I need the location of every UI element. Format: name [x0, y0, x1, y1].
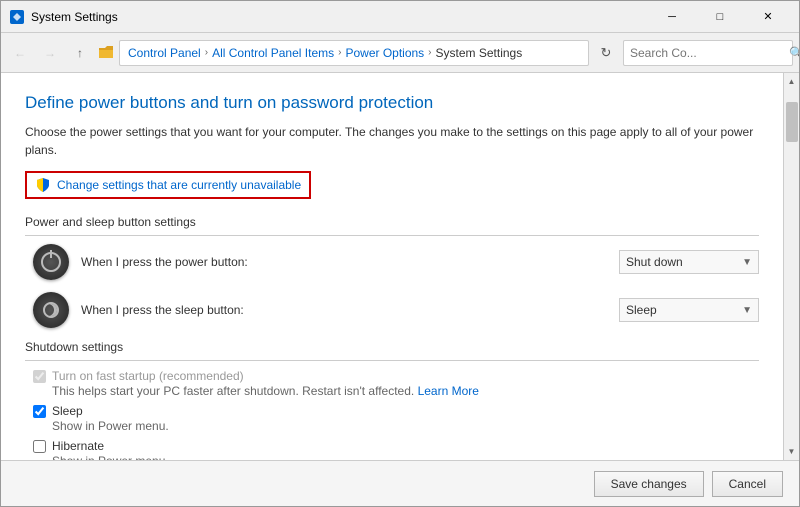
power-section-title: Power and sleep button settings	[25, 215, 759, 236]
breadcrumb-control-panel[interactable]: Control Panel	[128, 46, 201, 60]
sleep-button-label: When I press the sleep button:	[81, 303, 619, 317]
forward-button[interactable]: →	[37, 40, 63, 66]
sleep-shutdown-label: Sleep	[52, 404, 83, 418]
window-icon	[9, 9, 25, 25]
save-changes-button[interactable]: Save changes	[594, 471, 704, 497]
moon-inner-icon	[43, 302, 59, 318]
power-button-row: When I press the power button: Shut down…	[33, 244, 759, 280]
address-bar: ← → ↑ Control Panel › All Control Panel …	[1, 33, 799, 73]
up-button[interactable]: ↑	[67, 40, 93, 66]
close-button[interactable]: ✕	[745, 1, 791, 33]
back-button[interactable]: ←	[7, 40, 33, 66]
sleep-button-row: When I press the sleep button: Sleep ▼	[33, 292, 759, 328]
main-window: System Settings ─ □ ✕ ← → ↑ Control Pane…	[0, 0, 800, 507]
refresh-button[interactable]: ↻	[593, 40, 619, 66]
fast-startup-label: Turn on fast startup (recommended)	[52, 369, 244, 383]
fast-startup-sublabel-text: This helps start your PC faster after sh…	[52, 384, 418, 398]
sleep-icon	[33, 292, 69, 328]
breadcrumb-current: System Settings	[436, 46, 523, 60]
sleep-button-chevron: ▼	[742, 305, 752, 316]
breadcrumb-bar: Control Panel › All Control Panel Items …	[119, 40, 589, 66]
scroll-up-button[interactable]: ▲	[784, 73, 800, 90]
main-area: Define power buttons and turn on passwor…	[1, 73, 799, 460]
page-description: Choose the power settings that you want …	[25, 123, 759, 159]
shield-uac-icon	[35, 177, 51, 193]
search-icon: 🔍	[789, 46, 800, 60]
change-settings-link[interactable]: Change settings that are currently unava…	[25, 171, 311, 199]
breadcrumb-power-options[interactable]: Power Options	[345, 46, 424, 60]
hibernate-row: Hibernate Show in Power menu.	[33, 439, 759, 460]
search-box: 🔍	[623, 40, 793, 66]
scroll-down-button[interactable]: ▼	[784, 443, 800, 460]
power-button-dropdown[interactable]: Shut down ▼	[619, 250, 759, 274]
fast-startup-row: Turn on fast startup (recommended) This …	[33, 369, 759, 398]
fast-startup-checkbox[interactable]	[33, 370, 46, 383]
sleep-checkbox[interactable]	[33, 405, 46, 418]
window-title: System Settings	[31, 10, 649, 24]
power-inner-icon	[41, 252, 61, 272]
power-icon	[33, 244, 69, 280]
shutdown-section-title: Shutdown settings	[25, 340, 759, 361]
hibernate-label: Hibernate	[52, 439, 104, 453]
breadcrumb-sep-3: ›	[428, 47, 431, 58]
breadcrumb-sep-2: ›	[338, 47, 341, 58]
sleep-shutdown-row: Sleep Show in Power menu.	[33, 404, 759, 433]
shutdown-section: Shutdown settings Turn on fast startup (…	[25, 340, 759, 460]
window-controls: ─ □ ✕	[649, 1, 791, 33]
fast-startup-label-row: Turn on fast startup (recommended)	[33, 369, 759, 383]
minimize-button[interactable]: ─	[649, 1, 695, 33]
power-button-chevron: ▼	[742, 257, 752, 268]
power-button-value: Shut down	[626, 255, 683, 269]
learn-more-link[interactable]: Learn More	[418, 384, 479, 398]
content-area: Define power buttons and turn on passwor…	[1, 73, 783, 460]
scrollbar: ▲ ▼	[783, 73, 799, 460]
page-title: Define power buttons and turn on passwor…	[25, 93, 759, 113]
sleep-button-dropdown[interactable]: Sleep ▼	[619, 298, 759, 322]
folder-icon	[97, 44, 115, 62]
maximize-button[interactable]: □	[697, 1, 743, 33]
title-bar: System Settings ─ □ ✕	[1, 1, 799, 33]
breadcrumb-sep-1: ›	[205, 47, 208, 58]
hibernate-label-row: Hibernate	[33, 439, 759, 453]
breadcrumb-all-items[interactable]: All Control Panel Items	[212, 46, 334, 60]
bottom-bar: Save changes Cancel	[1, 460, 799, 506]
sleep-button-value: Sleep	[626, 303, 657, 317]
sleep-sublabel: Show in Power menu.	[52, 419, 759, 433]
scrollbar-thumb[interactable]	[786, 102, 798, 142]
hibernate-checkbox[interactable]	[33, 440, 46, 453]
power-button-label: When I press the power button:	[81, 255, 619, 269]
cancel-button[interactable]: Cancel	[712, 471, 783, 497]
sleep-label-row: Sleep	[33, 404, 759, 418]
search-input[interactable]	[630, 46, 785, 60]
power-line-icon	[50, 250, 52, 258]
scrollbar-track	[784, 90, 799, 443]
fast-startup-sublabel: This helps start your PC faster after sh…	[52, 384, 759, 398]
change-settings-label: Change settings that are currently unava…	[57, 178, 301, 192]
hibernate-sublabel: Show in Power menu.	[52, 454, 759, 460]
